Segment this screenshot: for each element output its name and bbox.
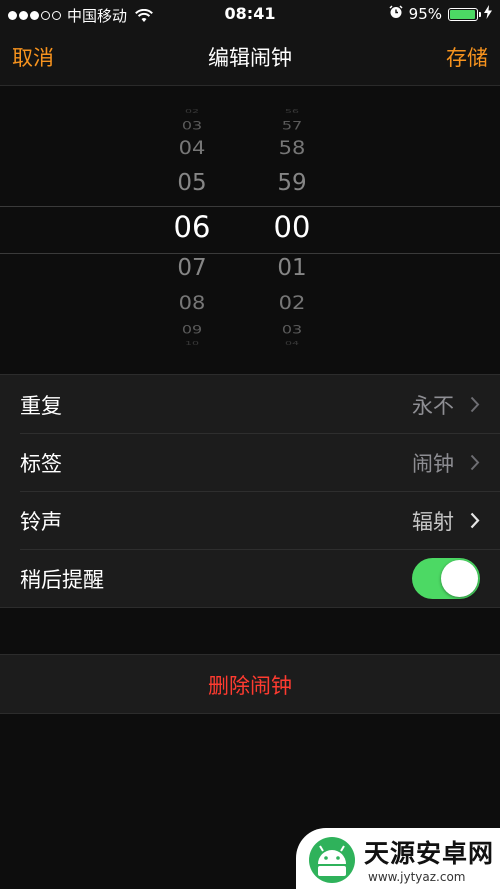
minute-option[interactable]: 04 [252, 341, 332, 346]
label-label: 标签 [20, 452, 62, 476]
minute-option[interactable]: 57 [252, 120, 332, 131]
hour-option[interactable]: 10 [152, 341, 232, 346]
picker-selection-band [0, 206, 500, 254]
hour-option[interactable]: 09 [152, 324, 232, 335]
watermark-url: www.jytyaz.com [368, 870, 466, 884]
delete-alarm-label: 删除闹钟 [208, 674, 292, 698]
minute-option[interactable]: 58 [252, 139, 332, 157]
minute-option[interactable]: 03 [252, 324, 332, 335]
hour-option[interactable]: 05 [152, 172, 232, 195]
sound-value: 辐射 [412, 510, 454, 534]
battery-level [450, 9, 475, 19]
snooze-toggle[interactable] [412, 558, 480, 599]
minute-wheel[interactable]: 56 57 58 59 00 01 02 03 04 [252, 86, 332, 374]
label-value: 闹钟 [412, 452, 454, 476]
hour-wheel[interactable]: 02 03 04 05 06 07 08 09 10 [152, 86, 232, 374]
hour-selected-value[interactable]: 06 [152, 213, 232, 242]
delete-alarm-button[interactable]: 删除闹钟 [0, 654, 500, 714]
minute-option[interactable]: 59 [252, 172, 332, 195]
snooze-label: 稍后提醒 [20, 568, 104, 592]
minute-option[interactable]: 02 [252, 294, 332, 312]
chevron-right-icon [470, 454, 480, 475]
sound-row[interactable]: 铃声 辐射 [0, 491, 500, 549]
minute-option[interactable]: 56 [252, 109, 332, 114]
alarm-clock-icon [389, 5, 403, 23]
hour-option[interactable]: 02 [152, 109, 232, 114]
android-logo-icon [304, 834, 360, 888]
navigation-bar: 取消 编辑闹钟 存储 [0, 28, 500, 86]
hour-option[interactable]: 07 [152, 257, 232, 280]
minute-option[interactable]: 01 [252, 257, 332, 280]
save-button[interactable]: 存储 [446, 42, 488, 72]
status-bar: 中国移动 08:41 95% [0, 0, 500, 28]
toggle-knob [441, 560, 478, 597]
chevron-right-icon [470, 396, 480, 417]
battery-icon [448, 7, 481, 21]
status-right: 95% [389, 5, 492, 23]
hour-option[interactable]: 04 [152, 139, 232, 157]
repeat-row[interactable]: 重复 永不 [0, 375, 500, 433]
page-title: 编辑闹钟 [208, 46, 292, 70]
minute-selected-value[interactable]: 00 [252, 213, 332, 242]
chevron-right-icon [470, 512, 480, 533]
label-row[interactable]: 标签 闹钟 [0, 433, 500, 491]
sound-label: 铃声 [20, 510, 62, 534]
charging-bolt-icon [484, 5, 492, 23]
time-picker[interactable]: 02 03 04 05 06 07 08 09 10 56 57 58 59 00 01 02 03 04 [0, 86, 500, 374]
site-watermark: 天源安卓网 www.jytyaz.com [296, 828, 500, 889]
repeat-value: 永不 [412, 394, 454, 418]
hour-option[interactable]: 03 [152, 120, 232, 131]
repeat-label: 重复 [20, 394, 62, 418]
alarm-settings-list: 重复 永不 标签 闹钟 铃声 辐射 稍后提醒 [0, 374, 500, 608]
snooze-row: 稍后提醒 [0, 549, 500, 607]
battery-percent: 95% [408, 5, 442, 23]
hour-option[interactable]: 08 [152, 294, 232, 312]
watermark-name: 天源安卓网 [364, 839, 495, 868]
